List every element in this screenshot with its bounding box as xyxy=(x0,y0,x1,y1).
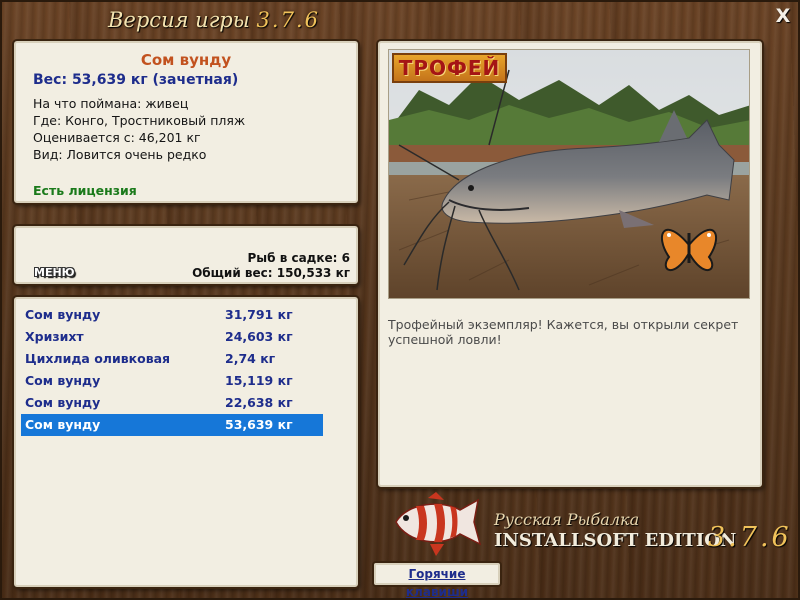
menu-button[interactable]: МЕНЮ xyxy=(34,266,75,279)
catch-list-row[interactable]: Сом вунду 53,639 кг xyxy=(21,414,323,436)
catch-list-panel: Сом вунду 31,791 кг Хризихт 24,603 кг Цихлид… xyxy=(14,297,358,587)
fish-info-panel: Сом вунду Вес: 53,639 кг (зачетная) На ч… xyxy=(14,41,358,203)
location-info: Где: Конго, Тростниковый пляж xyxy=(33,113,246,128)
catch-list-row[interactable]: Хризихт 24,603 кг xyxy=(21,326,323,348)
total-weight: Общий вес: 150,533 кг xyxy=(192,266,350,280)
logo-title: Русская Рыбалка xyxy=(494,510,640,529)
catch-fish-name: Сом вунду xyxy=(25,373,101,388)
hotkeys-button[interactable]: Горячие клавиши xyxy=(374,563,500,599)
catch-fish-name: Цихлида оливковая xyxy=(25,351,171,366)
trophy-caption: Трофейный экземпляр! Кажется, вы открыли… xyxy=(388,317,739,347)
game-logo: Русская Рыбалка INSTALLSOFT EDITION 3.7.… xyxy=(388,492,789,562)
title-prefix: Версия игры xyxy=(108,8,250,32)
game-version-title: Версия игры 3.7.6 xyxy=(108,8,320,32)
catfish-photo: ТРОФЕЙ xyxy=(388,49,750,299)
catch-list-row[interactable]: Сом вунду 15,119 кг xyxy=(21,370,323,392)
bait-info: На что поймана: живец xyxy=(33,96,189,111)
logo-fish-icon xyxy=(395,492,482,556)
license-status: Есть лицензия xyxy=(33,183,137,198)
catch-list: Сом вунду 31,791 кг Хризихт 24,603 кг Цихлид… xyxy=(21,304,323,436)
logo-edition: INSTALLSOFT EDITION xyxy=(494,530,737,551)
catch-fish-weight: 31,791 кг xyxy=(225,307,293,322)
catfish-illustration xyxy=(389,50,749,298)
catch-list-row[interactable]: Сом вунду 31,791 кг xyxy=(21,304,323,326)
catch-fish-name: Сом вунду xyxy=(25,395,101,410)
catch-fish-weight: 15,119 кг xyxy=(225,373,293,388)
trophy-photo-panel: ТРОФЕЙ Трофейный экземпляр! Кажется, вы … xyxy=(378,41,762,487)
fish-weight: Вес: 53,639 кг (зачетная) xyxy=(33,72,239,88)
net-stats: Рыб в садке: 6 Общий вес: 150,533 кг xyxy=(192,251,350,281)
fish-count: Рыб в садке: 6 xyxy=(247,251,351,265)
catch-fish-weight: 22,638 кг xyxy=(225,395,293,410)
kind-info: Вид: Ловится очень редко xyxy=(33,147,207,162)
catch-fish-weight: 2,74 кг xyxy=(225,351,276,366)
logo-version: 3.7.6 xyxy=(708,522,792,553)
catch-list-row[interactable]: Сом вунду 22,638 кг xyxy=(21,392,323,414)
fish-name-title: Сом вунду xyxy=(140,51,232,69)
trophy-badge: ТРОФЕЙ xyxy=(392,53,507,83)
close-button[interactable]: X xyxy=(773,6,793,26)
catch-fish-name: Сом вунду xyxy=(25,417,101,432)
catch-fish-name: Сом вунду xyxy=(25,307,101,322)
catch-fish-weight: 53,639 кг xyxy=(225,417,293,432)
catch-list-row[interactable]: Цихлида оливковая 2,74 кг xyxy=(21,348,323,370)
valued-from-info: Оценивается с: 46,201 кг xyxy=(33,130,201,145)
net-stats-panel: МЕНЮ Рыб в садке: 6 Общий вес: 150,533 к… xyxy=(14,226,358,284)
title-version: 3.7.6 xyxy=(256,8,320,32)
catch-fish-name: Хризихт xyxy=(25,329,84,344)
catch-fish-weight: 24,603 кг xyxy=(225,329,293,344)
